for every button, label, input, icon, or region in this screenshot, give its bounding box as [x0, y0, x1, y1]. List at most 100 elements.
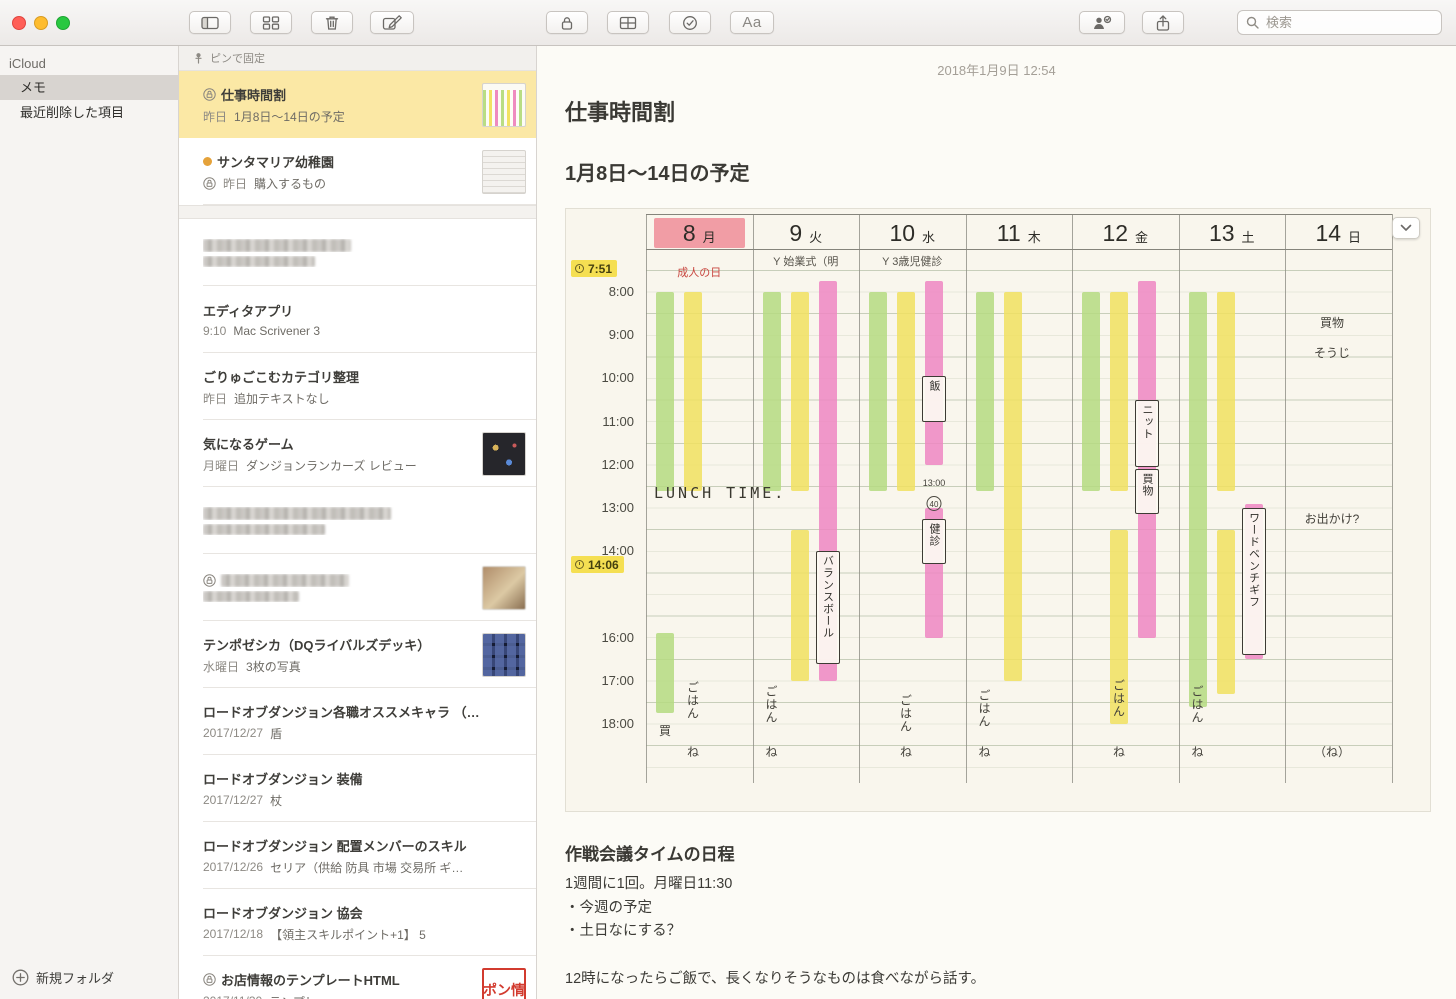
share-icon: [1153, 15, 1173, 31]
note-list-item[interactable]: ロードオブダンジョン 協会2017/12/18【領主スキルポイント+1】 5: [179, 889, 536, 956]
note-item-title: ロードオブダンジョン各職オススメキャラ （…: [203, 702, 480, 721]
note-item-title-line: テンポゼシカ（DQライバルズデッキ）: [203, 635, 474, 654]
note-list-item-redacted[interactable]: [179, 487, 536, 554]
note-item-date: 2017/12/18: [203, 927, 263, 941]
toggle-sidebar-button[interactable]: [189, 11, 231, 34]
schedule-day-header: 13土: [1179, 218, 1286, 248]
pinned-section-divider: [179, 205, 536, 219]
schedule-attachment[interactable]: 8月成人の日9火Y 始業式（明10水Y 3歳児健診11木12金13土14日8:0…: [565, 208, 1431, 812]
note-list-item[interactable]: お店情報のテンプレートHTML2017/11/30テンプレポン情: [179, 956, 536, 999]
gallery-view-button[interactable]: [250, 11, 292, 34]
paragraph: ・今週の予定: [565, 897, 1428, 921]
note-list-item[interactable]: ロードオブダンジョン各職オススメキャラ （… 2017/12/27 盾: [179, 688, 536, 755]
note-item-title: ロードオブダンジョン 協会: [203, 903, 363, 922]
note-editor[interactable]: 2018年1月9日 12:54 仕事時間割 1月8日〜14日の予定 8月成人の日…: [537, 46, 1456, 999]
day-annotation: 成人の日: [646, 264, 753, 280]
pinned-section-header: ピンで固定: [179, 46, 536, 71]
note-list-item-redacted[interactable]: [179, 554, 536, 621]
new-folder-button[interactable]: 新規フォルダ: [12, 968, 114, 987]
lock-note-button[interactable]: [546, 11, 588, 34]
time-label: 10:00: [566, 370, 634, 385]
note-item-snippet: ダンジョンランカーズ レビュー: [246, 457, 417, 474]
sidebar-item-notes[interactable]: メモ: [0, 75, 178, 100]
note-item-thumbnail: [482, 432, 526, 476]
note-list-item[interactable]: ロードオブダンジョン 配置メンバーのスキル2017/12/26セリア（供給 防具…: [179, 822, 536, 889]
schedule-bar: [656, 633, 674, 713]
redacted-text: [203, 256, 315, 267]
day-number: 9: [789, 220, 802, 247]
note-item-snippet: 盾: [270, 725, 282, 742]
note-list-item[interactable]: ごりゅごこむカテゴリ整理昨日追加テキストなし: [179, 353, 536, 420]
schedule-bar: [791, 292, 809, 491]
schedule-column-line: [1179, 214, 1180, 783]
timestamp-highlight: 14:06: [571, 556, 624, 573]
note-list-item[interactable]: サンタマリア幼稚園昨日購入するもの: [179, 138, 536, 205]
format-button[interactable]: Aa: [730, 11, 774, 34]
schedule-day-header: 12金: [1072, 218, 1179, 248]
paragraph: 1週間に1回。月曜日11:30: [565, 873, 1428, 897]
zoom-button[interactable]: [56, 16, 70, 30]
pinned-section-label: ピンで固定: [210, 50, 265, 66]
time-label: 16:00: [566, 630, 634, 645]
note-item-main: 気になるゲーム月曜日ダンジョンランカーズ レビュー: [203, 434, 474, 474]
sidebar-icon: [200, 15, 220, 31]
note-item-main: お店情報のテンプレートHTML2017/11/30テンプレ: [203, 970, 474, 999]
note-item-snippet: Mac Scrivener 3: [233, 324, 320, 338]
search-field[interactable]: [1237, 10, 1442, 35]
delete-note-button[interactable]: [311, 11, 353, 34]
day-of-week: 土: [1242, 227, 1255, 246]
new-folder-label: 新規フォルダ: [36, 968, 114, 987]
note-list-item[interactable]: 仕事時間割昨日1月8日〜14日の予定: [179, 71, 536, 138]
redacted-text: [203, 507, 391, 520]
close-button[interactable]: [12, 16, 26, 30]
schedule-bar: [897, 292, 915, 491]
schedule-annotation: ごはん: [1111, 679, 1128, 718]
notes-app-window: Aa iCloud メモ最近削除した項目 新規フォルダ ピンで固定 仕事時間割昨…: [0, 0, 1456, 999]
note-item-thumbnail: [482, 566, 526, 610]
schedule-bar: [763, 292, 781, 491]
note-list-item[interactable]: エディタアプリ 9:10Mac Scrivener 3: [179, 286, 536, 353]
schedule-annotation: 13:00: [923, 478, 946, 488]
note-body: 作戦会議タイムの日程1週間に1回。月曜日11:30・今週の予定・土日なにする？1…: [565, 840, 1428, 991]
schedule-bar: [684, 292, 702, 491]
schedule-bar: [869, 292, 887, 491]
schedule-annotation: ごはん: [898, 694, 915, 733]
note-list-item[interactable]: 気になるゲーム月曜日ダンジョンランカーズ レビュー: [179, 420, 536, 487]
note-item-meta-line: 昨日追加テキストなし: [203, 390, 526, 407]
chevron-down-icon: [1400, 224, 1412, 232]
note-item-main: テンポゼシカ（DQライバルズデッキ）水曜日3枚の写真: [203, 635, 474, 675]
note-item-main: 仕事時間割昨日1月8日〜14日の予定: [203, 85, 474, 125]
note-list-item[interactable]: ロードオブダンジョン 装備2017/12/27杖: [179, 755, 536, 822]
search-icon: [1246, 16, 1259, 29]
collaborate-button[interactable]: [1079, 11, 1125, 34]
day-number: 11: [997, 220, 1021, 247]
task-label: バランスボール: [820, 552, 836, 639]
schedule-column-line: [1285, 214, 1286, 783]
clock-icon: [575, 560, 584, 569]
note-item-meta-line: 9:10Mac Scrivener 3: [203, 324, 526, 338]
note-item-snippet: 3枚の写真: [246, 658, 301, 675]
note-item-title: エディタアプリ: [203, 301, 293, 320]
note-item-title-line: 気になるゲーム: [203, 434, 474, 453]
minimize-button[interactable]: [34, 16, 48, 30]
schedule-bar: [1217, 530, 1235, 694]
day-of-week: 水: [922, 227, 935, 246]
schedule-day-header: 8月: [654, 218, 745, 248]
checklist-button[interactable]: [669, 11, 711, 34]
note-item-date: 2017/12/27: [203, 726, 263, 740]
note-item-main: ロードオブダンジョン各職オススメキャラ （… 2017/12/27 盾: [203, 702, 526, 742]
search-input[interactable]: [1264, 14, 1433, 31]
day-annotation: Y 3歳児健診: [859, 253, 966, 269]
note-list-item-redacted[interactable]: [179, 219, 536, 286]
new-note-button[interactable]: [370, 11, 414, 34]
lock-icon: [203, 973, 216, 986]
share-button[interactable]: [1142, 11, 1184, 34]
schedule-bar: [925, 281, 943, 465]
sidebar-item-recently-deleted[interactable]: 最近削除した項目: [0, 100, 178, 125]
note-item-main: ロードオブダンジョン 協会2017/12/18【領主スキルポイント+1】 5: [203, 903, 526, 943]
format-button-label: Aa: [742, 14, 761, 31]
note-list-item[interactable]: テンポゼシカ（DQライバルズデッキ）水曜日3枚の写真: [179, 621, 536, 688]
insert-table-button[interactable]: [607, 11, 649, 34]
schedule-annotation: そうじ: [1314, 344, 1350, 361]
attachment-menu-button[interactable]: [1392, 217, 1420, 239]
